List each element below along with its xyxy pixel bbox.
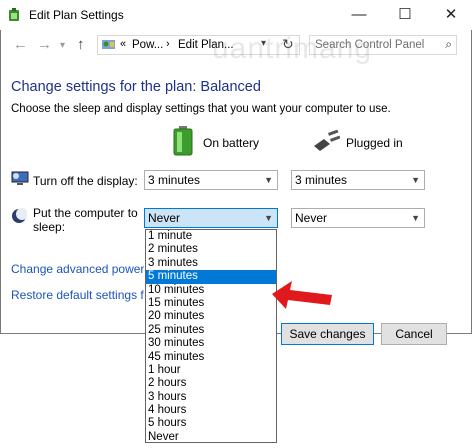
chevron-down-icon: ▼ bbox=[264, 213, 273, 223]
change-advanced-settings-link[interactable]: Change advanced power settings bbox=[11, 262, 144, 276]
breadcrumb-separator-icon: › bbox=[166, 38, 170, 50]
back-arrow-icon[interactable]: ← bbox=[13, 36, 28, 53]
page-subheading: Choose the sleep and display settings th… bbox=[11, 103, 391, 115]
display-on-battery-select[interactable]: 3 minutes ▼ bbox=[144, 170, 278, 190]
watermark-logo: uantrimang bbox=[212, 32, 373, 65]
display-plugged-in-select[interactable]: 3 minutes ▼ bbox=[291, 170, 425, 190]
chevron-down-icon: ▼ bbox=[411, 213, 420, 223]
window-title: Edit Plan Settings bbox=[29, 8, 124, 22]
dropdown-option[interactable]: 20 minutes bbox=[146, 310, 276, 323]
plugged-in-header: Plugged in bbox=[346, 136, 403, 150]
cancel-button[interactable]: Cancel bbox=[381, 323, 447, 345]
page-heading: Change settings for the plan: Balanced bbox=[11, 79, 261, 95]
sleep-on-battery-value: Never bbox=[148, 211, 181, 225]
red-pointer-arrow-icon bbox=[272, 281, 332, 309]
sleep-options-dropdown[interactable]: 1 minute 2 minutes 3 minutes 5 minutes 10 mi… bbox=[145, 229, 277, 443]
breadcrumb-chevron-icon: « bbox=[120, 38, 127, 50]
dropdown-option[interactable]: 15 minutes bbox=[146, 297, 276, 310]
dropdown-option[interactable]: 1 hour bbox=[146, 364, 276, 377]
sleep-label-line1: Put the computer to bbox=[33, 206, 138, 220]
maximize-button[interactable]: ☐ bbox=[382, 0, 428, 30]
power-plan-icon bbox=[9, 8, 19, 21]
chevron-down-icon: ▼ bbox=[264, 175, 273, 185]
display-icon bbox=[11, 171, 29, 185]
battery-icon bbox=[173, 126, 193, 156]
minimize-button[interactable]: — bbox=[336, 0, 382, 30]
recent-locations-chevron-icon[interactable]: ▾ bbox=[60, 40, 65, 51]
dropdown-option[interactable]: 25 minutes bbox=[146, 324, 276, 337]
on-battery-header: On battery bbox=[203, 136, 260, 150]
forward-arrow-icon[interactable]: → bbox=[37, 36, 52, 53]
dropdown-option[interactable]: 2 minutes bbox=[146, 243, 276, 256]
sleep-on-battery-select[interactable]: Never ▼ bbox=[144, 208, 278, 228]
dropdown-option[interactable]: 2 hours bbox=[146, 377, 276, 390]
display-plugged-in-value: 3 minutes bbox=[295, 173, 348, 187]
dropdown-option[interactable]: 5 minutes bbox=[146, 270, 276, 284]
dropdown-option[interactable]: 1 minute bbox=[146, 230, 276, 243]
breadcrumb-power-options[interactable]: Pow... bbox=[132, 39, 163, 51]
dropdown-option[interactable]: 5 hours bbox=[146, 417, 276, 430]
display-on-battery-value: 3 minutes bbox=[148, 173, 201, 187]
turn-off-display-label: Turn off the display: bbox=[33, 174, 138, 188]
sleep-label-line2: sleep: bbox=[33, 220, 66, 234]
dropdown-option[interactable]: 10 minutes bbox=[146, 284, 276, 297]
dropdown-option[interactable]: 3 minutes bbox=[146, 257, 276, 270]
up-arrow-icon[interactable]: ↑ bbox=[77, 36, 85, 53]
power-plug-icon bbox=[314, 130, 340, 151]
search-icon: ⌕ bbox=[445, 37, 452, 51]
close-button[interactable]: ✕ bbox=[428, 0, 474, 30]
control-panel-icon bbox=[102, 40, 115, 49]
save-changes-button[interactable]: Save changes bbox=[281, 323, 374, 345]
dropdown-option[interactable]: 45 minutes bbox=[146, 351, 276, 364]
restore-defaults-link[interactable]: Restore default settings for this plan bbox=[11, 288, 144, 302]
sleep-plugged-in-value: Never bbox=[295, 211, 328, 225]
title-bar[interactable]: Edit Plan Settings — ☐ ✕ bbox=[0, 0, 474, 30]
sleep-moon-icon bbox=[12, 208, 27, 223]
dropdown-option[interactable]: 30 minutes bbox=[146, 337, 276, 350]
sleep-plugged-in-select[interactable]: Never ▼ bbox=[291, 208, 425, 228]
chevron-down-icon: ▼ bbox=[411, 175, 420, 185]
dropdown-option[interactable]: 4 hours bbox=[146, 404, 276, 417]
dropdown-option[interactable]: 3 hours bbox=[146, 391, 276, 404]
dropdown-option[interactable]: Never bbox=[146, 431, 276, 444]
